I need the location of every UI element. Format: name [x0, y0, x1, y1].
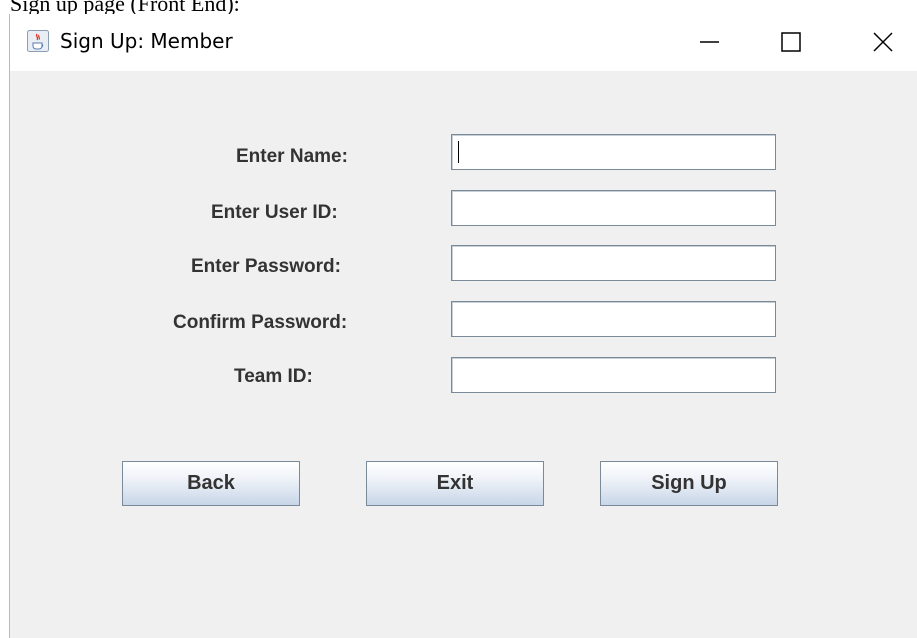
name-field[interactable]	[451, 134, 776, 170]
name-label: Enter Name:	[236, 146, 348, 167]
team-id-field[interactable]	[451, 357, 776, 393]
password-input[interactable]	[452, 246, 775, 280]
signup-window: Sign Up: Member Enter Name: Enter User I…	[9, 14, 917, 638]
back-button[interactable]: Back	[122, 461, 300, 506]
confirm-password-field[interactable]	[451, 301, 776, 337]
sign-up-button[interactable]: Sign Up	[600, 461, 778, 506]
window-title: Sign Up: Member	[60, 29, 233, 53]
close-button[interactable]	[848, 14, 910, 71]
confirm-password-input[interactable]	[452, 302, 775, 336]
user-id-field[interactable]	[451, 190, 776, 226]
user-id-input[interactable]	[452, 191, 775, 225]
team-id-label: Team ID:	[234, 366, 313, 387]
password-label: Enter Password:	[191, 256, 341, 277]
exit-button[interactable]: Exit	[366, 461, 544, 506]
team-id-input[interactable]	[452, 358, 775, 392]
java-cup-icon	[27, 30, 49, 52]
maximize-button[interactable]	[762, 14, 824, 71]
password-field[interactable]	[451, 245, 776, 281]
minimize-button[interactable]	[682, 14, 744, 71]
name-input[interactable]	[452, 135, 775, 169]
confirm-password-label: Confirm Password:	[173, 312, 348, 333]
user-id-label: Enter User ID:	[211, 202, 338, 223]
title-bar: Sign Up: Member	[10, 14, 917, 71]
